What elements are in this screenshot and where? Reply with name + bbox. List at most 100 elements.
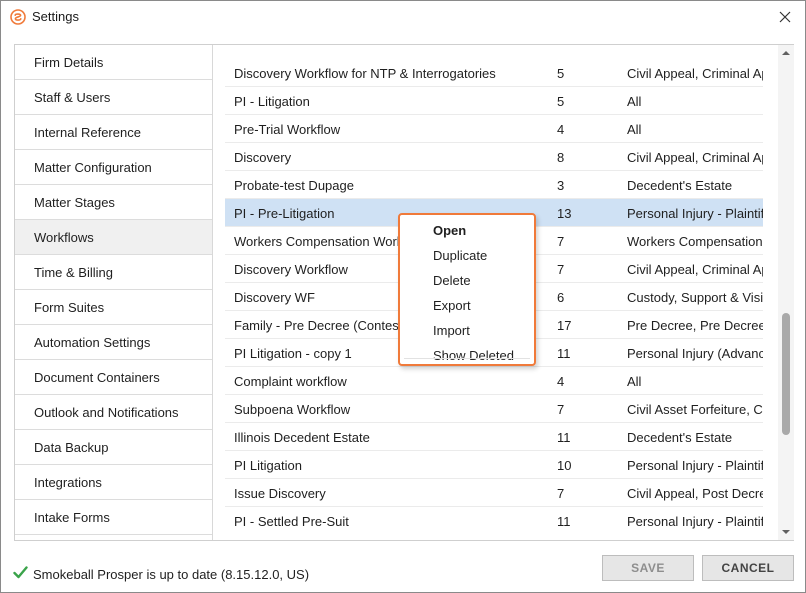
matter-type-cell: Decedent's Estate [627,178,733,193]
close-button[interactable] [773,5,797,29]
step-count-cell: 17 [557,318,572,333]
step-count-cell: 11 [557,346,571,361]
matter-type-cell: Personal Injury (Advance [627,346,763,361]
sidebar-item-integrations[interactable]: Integrations [15,465,212,500]
cancel-button[interactable]: CANCEL [702,555,794,581]
context-menu: Open Duplicate Delete Export Import Show Dele… [398,213,536,366]
step-count-cell: 5 [557,66,565,81]
table-row[interactable]: PI Litigation 10 Personal Injury - Plainti… [225,451,763,479]
table-row[interactable]: Complaint workflow 4 All [225,367,763,395]
matter-type-cell: Personal Injury - Plaintif [627,514,763,529]
step-count-cell: 4 [557,374,565,389]
sidebar-item-label: Intake Forms [34,509,110,525]
sidebar-item-outlook-and-notifications[interactable]: Outlook and Notifications [15,395,212,430]
menu-item-delete[interactable]: Delete [400,268,534,293]
save-button[interactable]: SAVE [602,555,694,581]
sidebar-item-label: Matter Stages [34,194,115,210]
matter-type-cell: Workers Compensation [627,234,763,249]
sidebar-item-workflows[interactable]: Workflows [15,220,212,255]
table-row[interactable]: Discovery 8 Civil Appeal, Criminal Ap [225,143,763,171]
sidebar-item-matter-stages[interactable]: Matter Stages [15,185,212,220]
sidebar-item-internal-reference[interactable]: Internal Reference [15,115,212,150]
menu-item-export[interactable]: Export [400,293,534,318]
step-count-cell: 10 [557,458,572,473]
workflow-name-cell: Discovery [234,150,292,165]
matter-type-cell: Pre Decree, Pre Decree [627,318,763,333]
sidebar-item-label: Time & Billing [34,264,113,280]
sidebar-item-label: Outlook and Notifications [34,404,179,420]
sidebar-item-automation-settings[interactable]: Automation Settings [15,325,212,360]
menu-item-open[interactable]: Open [400,218,534,243]
sidebar-item-form-suites[interactable]: Form Suites [15,290,212,325]
step-count-cell: 11 [557,430,571,445]
step-count-cell: 7 [557,234,565,249]
table-row[interactable]: Probate-test Dupage 3 Decedent's Estate [225,171,763,199]
table-row[interactable]: Illinois Decedent Estate 11 Decedent's Est… [225,423,763,451]
matter-type-cell: Civil Appeal, Criminal Ap [627,262,763,277]
workflow-name-cell: Discovery Workflow for NTP & Interrogato… [234,66,496,81]
step-count-cell: 3 [557,178,565,193]
sidebar-item-time-and-billing[interactable]: Time & Billing [15,255,212,290]
table-row[interactable]: Pre-Trial Workflow 4 All [225,115,763,143]
sidebar-item-intake-forms[interactable]: Intake Forms [15,500,212,535]
step-count-cell: 7 [557,262,565,277]
matter-type-cell: Custody, Support & Visi [627,290,763,305]
sidebar-item-data-backup[interactable]: Data Backup [15,430,212,465]
workflow-name-cell: Probate-test Dupage [234,178,354,193]
sidebar-item-label: Form Suites [34,299,105,315]
sidebar-item-label: Internal Reference [34,124,141,140]
table-row[interactable]: PI - Litigation 5 All [225,87,763,115]
step-count-cell: 6 [557,290,565,305]
sidebar-item-label: Matter Configuration [34,159,152,175]
step-count-cell: 13 [557,206,572,221]
table-row[interactable]: Subpoena Workflow 7 Civil Asset Forfeiture… [225,395,763,423]
step-count-cell: 7 [557,402,565,417]
workflow-name-cell: Subpoena Workflow [234,402,351,417]
matter-type-cell: Decedent's Estate [627,430,733,445]
sidebar-item-document-containers[interactable]: Document Containers [15,360,212,395]
sidebar-item-label: Automation Settings [34,334,151,350]
settings-sidebar: Firm Details Staff & Users Internal Refere… [15,45,213,540]
sidebar-item-label: Integrations [34,474,102,490]
menu-divider [404,358,530,359]
sidebar-item-label: Data Backup [34,439,109,455]
menu-item-import[interactable]: Import [400,318,534,343]
sidebar-item-matter-configuration[interactable]: Matter Configuration [15,150,212,185]
menu-item-show-deleted[interactable]: Show Deleted [400,343,534,368]
scrollbar-thumb[interactable] [782,313,790,435]
matter-type-cell: Civil Appeal, Criminal Ap [627,150,763,165]
step-count-cell: 5 [557,94,565,109]
sidebar-item-label: Workflows [34,229,94,245]
smokeball-logo-icon [10,9,26,25]
sidebar-item-staff-and-users[interactable]: Staff & Users [15,80,212,115]
step-count-cell: 7 [557,486,565,501]
menu-item-duplicate[interactable]: Duplicate [400,243,534,268]
step-count-cell: 11 [557,514,571,529]
checkmark-icon [13,565,28,580]
table-row[interactable]: Issue Discovery 7 Civil Appeal, Post Decre [225,479,763,507]
matter-type-cell: Personal Injury - Plaintif [627,206,763,221]
workflow-name-cell: Complaint workflow [234,374,347,389]
scroll-up-icon[interactable] [778,45,794,61]
sidebar-item-label: Document Containers [34,369,160,385]
vertical-scrollbar[interactable] [778,45,794,540]
table-row[interactable]: Discovery Workflow for NTP & Interrogato… [225,59,763,87]
close-icon [779,11,791,23]
sidebar-item-label: Firm Details [34,54,104,70]
matter-type-cell: All [627,122,642,137]
scroll-down-icon[interactable] [778,524,794,540]
status-text: Smokeball Prosper is up to date (8.15.12… [33,567,310,582]
sidebar-item-label: Staff & Users [34,89,111,105]
matter-type-cell: Civil Asset Forfeiture, Civ [627,402,763,417]
matter-type-cell: Personal Injury - Plaintif [627,458,763,473]
window-title: Settings [32,9,79,24]
workflow-name-cell: PI - Settled Pre-Suit [234,514,349,529]
matter-type-cell: All [627,374,642,389]
workflow-name-cell: Illinois Decedent Estate [234,430,370,445]
step-count-cell: 4 [557,122,565,137]
workflow-name-cell: Pre-Trial Workflow [234,122,341,137]
table-row[interactable]: PI - Settled Pre-Suit 11 Personal Injury -… [225,507,763,529]
title-bar[interactable]: Settings [1,1,805,33]
workflow-name-cell: PI Litigation [234,458,302,473]
sidebar-item-firm-details[interactable]: Firm Details [15,45,212,80]
